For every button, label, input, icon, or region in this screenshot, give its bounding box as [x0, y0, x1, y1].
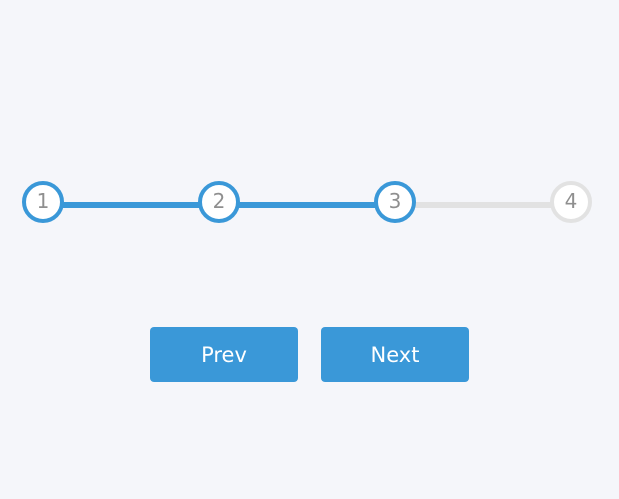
progress-stepper: 1 2 3 4	[0, 0, 619, 499]
step-circle-2: 2	[198, 181, 240, 223]
step-circle-3: 3	[374, 181, 416, 223]
step-number-2: 2	[212, 189, 226, 213]
next-button[interactable]: Next	[321, 327, 469, 382]
step-number-1: 1	[36, 189, 50, 213]
step-circle-4: 4	[550, 181, 592, 223]
prev-button[interactable]: Prev	[150, 327, 298, 382]
step-connector-3-4	[398, 202, 574, 208]
step-circle-1: 1	[22, 181, 64, 223]
step-number-3: 3	[388, 189, 402, 213]
step-number-4: 4	[564, 189, 578, 213]
stepper-controls: Prev Next	[0, 327, 619, 383]
step-connector-1-2	[46, 202, 222, 208]
step-connector-2-3	[222, 202, 398, 208]
